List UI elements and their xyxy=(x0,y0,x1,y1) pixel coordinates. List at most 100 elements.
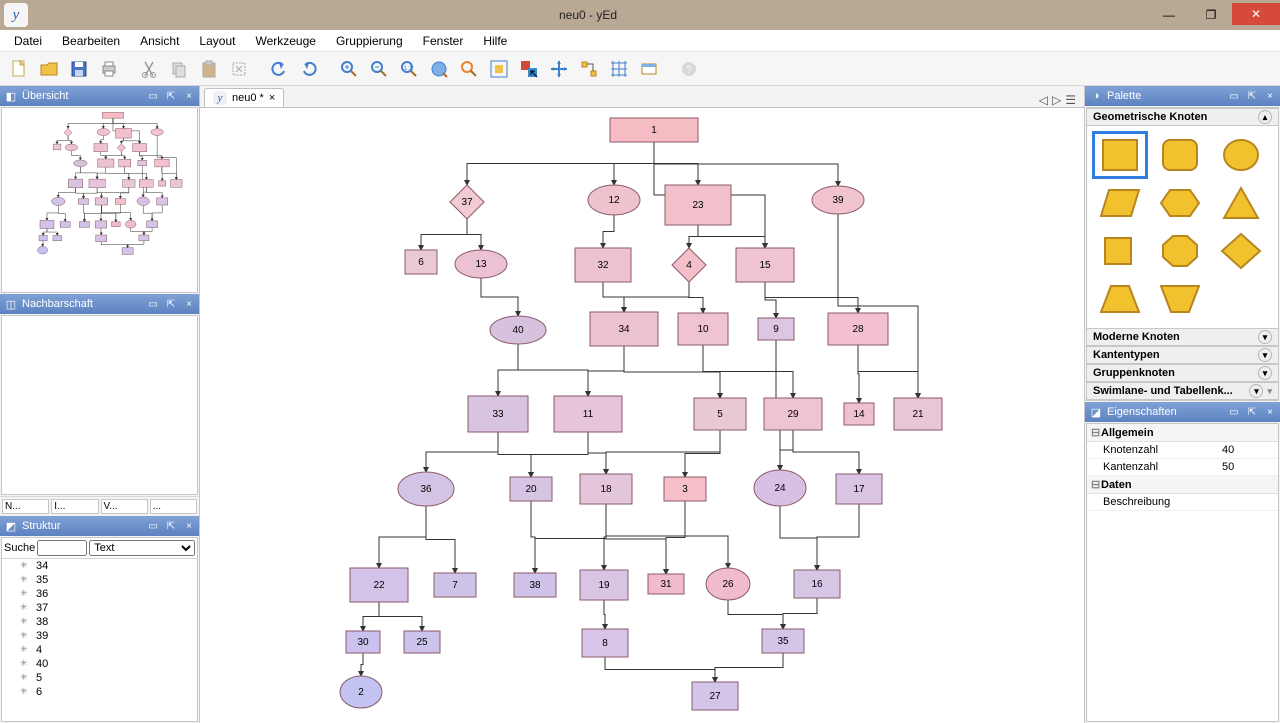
tab-prev-icon[interactable]: ◁ xyxy=(1039,93,1048,107)
panel-pin-icon[interactable]: ⇱ xyxy=(165,298,177,310)
panel-close-icon[interactable]: × xyxy=(1264,90,1276,102)
structure-item[interactable]: 40 xyxy=(2,657,197,671)
zoom-100-icon[interactable]: 1:1 xyxy=(396,56,422,82)
new-file-icon[interactable] xyxy=(6,56,32,82)
structure-item[interactable]: 6 xyxy=(2,685,197,699)
shape-hexagon[interactable] xyxy=(1155,182,1205,224)
neighborhood-view[interactable] xyxy=(1,315,198,495)
print-icon[interactable] xyxy=(96,56,122,82)
svg-text:8: 8 xyxy=(602,638,608,649)
menu-gruppierung[interactable]: Gruppierung xyxy=(328,32,411,50)
panel-close-icon[interactable]: × xyxy=(183,520,195,532)
fit-content-icon[interactable] xyxy=(486,56,512,82)
palette-section-edgetypes[interactable]: Kantentypen▾ xyxy=(1087,346,1278,364)
menu-werkzeuge[interactable]: Werkzeuge xyxy=(247,32,323,50)
delete-icon[interactable] xyxy=(226,56,252,82)
minimize-button[interactable]: — xyxy=(1148,3,1190,27)
panel-pin-icon[interactable]: ⇱ xyxy=(1246,406,1258,418)
zoom-fit-icon[interactable] xyxy=(426,56,452,82)
expand-icon[interactable]: ▾ xyxy=(1258,330,1272,344)
tab-list-icon[interactable]: ☰ xyxy=(1065,93,1076,107)
expand-icon[interactable]: ▾ xyxy=(1258,366,1272,380)
panel-dock-icon[interactable]: ▭ xyxy=(147,520,159,532)
cut-icon[interactable] xyxy=(136,56,162,82)
svg-text:7: 7 xyxy=(452,580,458,591)
structure-item[interactable]: 37 xyxy=(2,601,197,615)
shape-trapezoid[interactable] xyxy=(1095,278,1145,320)
zoom-out-icon[interactable] xyxy=(366,56,392,82)
shape-diamond[interactable] xyxy=(1216,230,1266,272)
prop-group-general[interactable]: ⊟Allgemein xyxy=(1087,424,1278,442)
redo-icon[interactable] xyxy=(296,56,322,82)
selection-mode-icon[interactable] xyxy=(516,56,542,82)
expand-icon[interactable]: ▾ xyxy=(1249,384,1263,398)
properties-panel-header: ◪ Eigenschaften ▭ ⇱ × xyxy=(1085,402,1280,422)
grid-icon[interactable] xyxy=(606,56,632,82)
menu-layout[interactable]: Layout xyxy=(191,32,243,50)
panel-close-icon[interactable]: × xyxy=(183,90,195,102)
panel-pin-icon[interactable]: ⇱ xyxy=(165,520,177,532)
save-icon[interactable] xyxy=(66,56,92,82)
struct-tab-1[interactable]: I... xyxy=(51,499,98,514)
palette-section-groupnodes[interactable]: Gruppenknoten▾ xyxy=(1087,364,1278,382)
tab-next-icon[interactable]: ▷ xyxy=(1052,93,1061,107)
editor-tab[interactable]: y neu0 * × xyxy=(204,88,284,107)
panel-dock-icon[interactable]: ▭ xyxy=(147,298,159,310)
panel-close-icon[interactable]: × xyxy=(1264,406,1276,418)
panel-dock-icon[interactable]: ▭ xyxy=(147,90,159,102)
structure-item[interactable]: 39 xyxy=(2,629,197,643)
zoom-selection-icon[interactable] xyxy=(456,56,482,82)
orthogonal-edges-icon[interactable] xyxy=(576,56,602,82)
struct-search-mode[interactable]: Text xyxy=(89,540,195,556)
shape-triangle[interactable] xyxy=(1216,182,1266,224)
shape-rectangle[interactable] xyxy=(1095,134,1145,176)
shape-octagon[interactable] xyxy=(1155,230,1205,272)
prop-group-data[interactable]: ⊟Daten xyxy=(1087,476,1278,494)
menu-hilfe[interactable]: Hilfe xyxy=(475,32,515,50)
structure-item[interactable]: 5 xyxy=(2,671,197,685)
menu-ansicht[interactable]: Ansicht xyxy=(132,32,187,50)
structure-list[interactable]: 34353637383944056 xyxy=(2,559,197,721)
undo-icon[interactable] xyxy=(266,56,292,82)
close-button[interactable]: ✕ xyxy=(1232,3,1280,25)
panel-pin-icon[interactable]: ⇱ xyxy=(1246,90,1258,102)
struct-tab-3[interactable]: ... xyxy=(150,499,197,514)
help-icon[interactable]: ? xyxy=(676,56,702,82)
expand-icon[interactable]: ▾ xyxy=(1258,348,1272,362)
more-icon[interactable]: ▾ xyxy=(1267,386,1272,397)
graph-canvas[interactable]: 1371223396133241540341092833115291421362… xyxy=(200,108,1084,723)
palette-section-modern[interactable]: Moderne Knoten▾ xyxy=(1087,328,1278,346)
shape-square-rotated[interactable] xyxy=(1095,230,1145,272)
struct-tab-0[interactable]: N... xyxy=(2,499,49,514)
structure-item[interactable]: 4 xyxy=(2,643,197,657)
collapse-icon[interactable]: ▴ xyxy=(1258,110,1272,124)
shape-rounded-rect[interactable] xyxy=(1155,134,1205,176)
structure-item[interactable]: 36 xyxy=(2,587,197,601)
zoom-in-icon[interactable] xyxy=(336,56,362,82)
structure-item[interactable]: 38 xyxy=(2,615,197,629)
maximize-button[interactable]: ❐ xyxy=(1190,3,1232,27)
menu-bearbeiten[interactable]: Bearbeiten xyxy=(54,32,128,50)
pan-mode-icon[interactable] xyxy=(546,56,572,82)
struct-tab-2[interactable]: V... xyxy=(101,499,148,514)
menu-datei[interactable]: Datei xyxy=(6,32,50,50)
shape-ellipse[interactable] xyxy=(1216,134,1266,176)
palette-section-swimlane[interactable]: Swimlane- und Tabellenk...▾▾ xyxy=(1087,382,1278,400)
menu-fenster[interactable]: Fenster xyxy=(415,32,472,50)
shape-trapezoid-inv[interactable] xyxy=(1155,278,1205,320)
palette-section-geometric[interactable]: Geometrische Knoten ▴ xyxy=(1087,108,1278,126)
panel-dock-icon[interactable]: ▭ xyxy=(1228,90,1240,102)
tab-close-icon[interactable]: × xyxy=(269,92,275,104)
panel-dock-icon[interactable]: ▭ xyxy=(1228,406,1240,418)
overview-minimap[interactable] xyxy=(1,107,198,293)
shape-parallelogram[interactable] xyxy=(1095,182,1145,224)
struct-search-input[interactable] xyxy=(37,540,87,556)
panel-close-icon[interactable]: × xyxy=(183,298,195,310)
structure-item[interactable]: 34 xyxy=(2,559,197,573)
paste-icon[interactable] xyxy=(196,56,222,82)
panel-pin-icon[interactable]: ⇱ xyxy=(165,90,177,102)
open-file-icon[interactable] xyxy=(36,56,62,82)
copy-icon[interactable] xyxy=(166,56,192,82)
snap-icon[interactable] xyxy=(636,56,662,82)
structure-item[interactable]: 35 xyxy=(2,573,197,587)
